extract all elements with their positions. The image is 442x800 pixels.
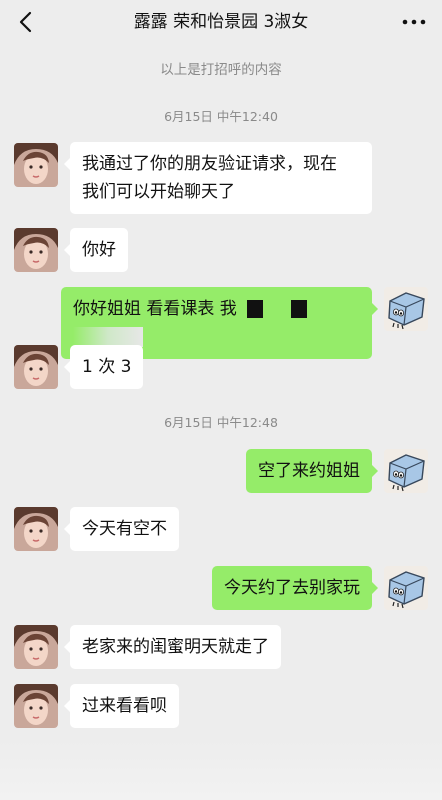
message-bubble[interactable]: 过来看看呗 <box>64 684 179 728</box>
message-bubble[interactable]: 我通过了你的朋友验证请求，现在 我们可以开始聊天了 <box>64 142 372 214</box>
message-bubble[interactable]: 空了来约姐姐 <box>246 449 378 493</box>
redaction-block <box>290 300 307 318</box>
cartoon-box-avatar-icon <box>384 449 428 493</box>
message-bubble[interactable]: 老家来的闺蜜明天就走了 <box>64 625 281 669</box>
contact-avatar[interactable] <box>14 507 58 551</box>
contact-avatar[interactable] <box>14 625 58 669</box>
contact-avatar-image <box>14 625 58 669</box>
contact-avatar[interactable] <box>14 684 58 728</box>
more-dots-icon <box>402 19 426 25</box>
chevron-left-icon <box>19 11 32 33</box>
message-bubble[interactable]: 你好 <box>64 228 128 272</box>
contact-avatar[interactable] <box>14 345 58 389</box>
message-text: 我通过了你的朋友验证请求，现在 我们可以开始聊天了 <box>82 154 337 202</box>
contact-avatar-image <box>14 345 58 389</box>
contact-avatar[interactable] <box>14 228 58 272</box>
back-button[interactable] <box>12 9 38 35</box>
chat-title: 露露 荣和怡景园 3淑女 <box>133 12 309 32</box>
message-text: 你好姐姐 看看课表 我 <box>73 299 237 319</box>
contact-avatar[interactable] <box>14 143 58 187</box>
my-avatar[interactable] <box>384 449 428 493</box>
timestamp: 6月15日 中午12:40 <box>164 109 278 124</box>
timestamp: 6月15日 中午12:48 <box>164 415 278 430</box>
message-text: 你好 <box>82 240 116 260</box>
my-avatar[interactable] <box>384 287 428 331</box>
message-bubble[interactable]: 今天有空不 <box>64 507 179 551</box>
bottom-fade <box>0 740 442 800</box>
cartoon-box-avatar-icon <box>384 566 428 610</box>
message-text: 1 次 3 <box>82 357 132 377</box>
message-bubble[interactable]: 今天约了去别家玩 <box>212 566 378 610</box>
contact-avatar-image <box>14 228 58 272</box>
greeting-notice: 以上是打招呼的内容 <box>160 62 282 78</box>
message-text: 老家来的闺蜜明天就走了 <box>82 637 269 657</box>
my-avatar[interactable] <box>384 566 428 610</box>
chat-header: 露露 荣和怡景园 3淑女 <box>0 0 442 44</box>
contact-avatar-image <box>14 507 58 551</box>
contact-avatar-image <box>14 143 58 187</box>
message-bubble[interactable]: 1 次 3 <box>63 345 144 389</box>
redaction-block <box>246 300 263 318</box>
message-text: 空了来约姐姐 <box>258 461 360 481</box>
message-text: 过来看看呗 <box>82 696 167 716</box>
cartoon-box-avatar-icon <box>384 287 428 331</box>
contact-avatar-image <box>14 684 58 728</box>
more-button[interactable] <box>398 9 430 35</box>
message-text: 今天有空不 <box>82 519 167 539</box>
blurred-text <box>73 327 143 347</box>
message-text: 今天约了去别家玩 <box>224 578 360 598</box>
